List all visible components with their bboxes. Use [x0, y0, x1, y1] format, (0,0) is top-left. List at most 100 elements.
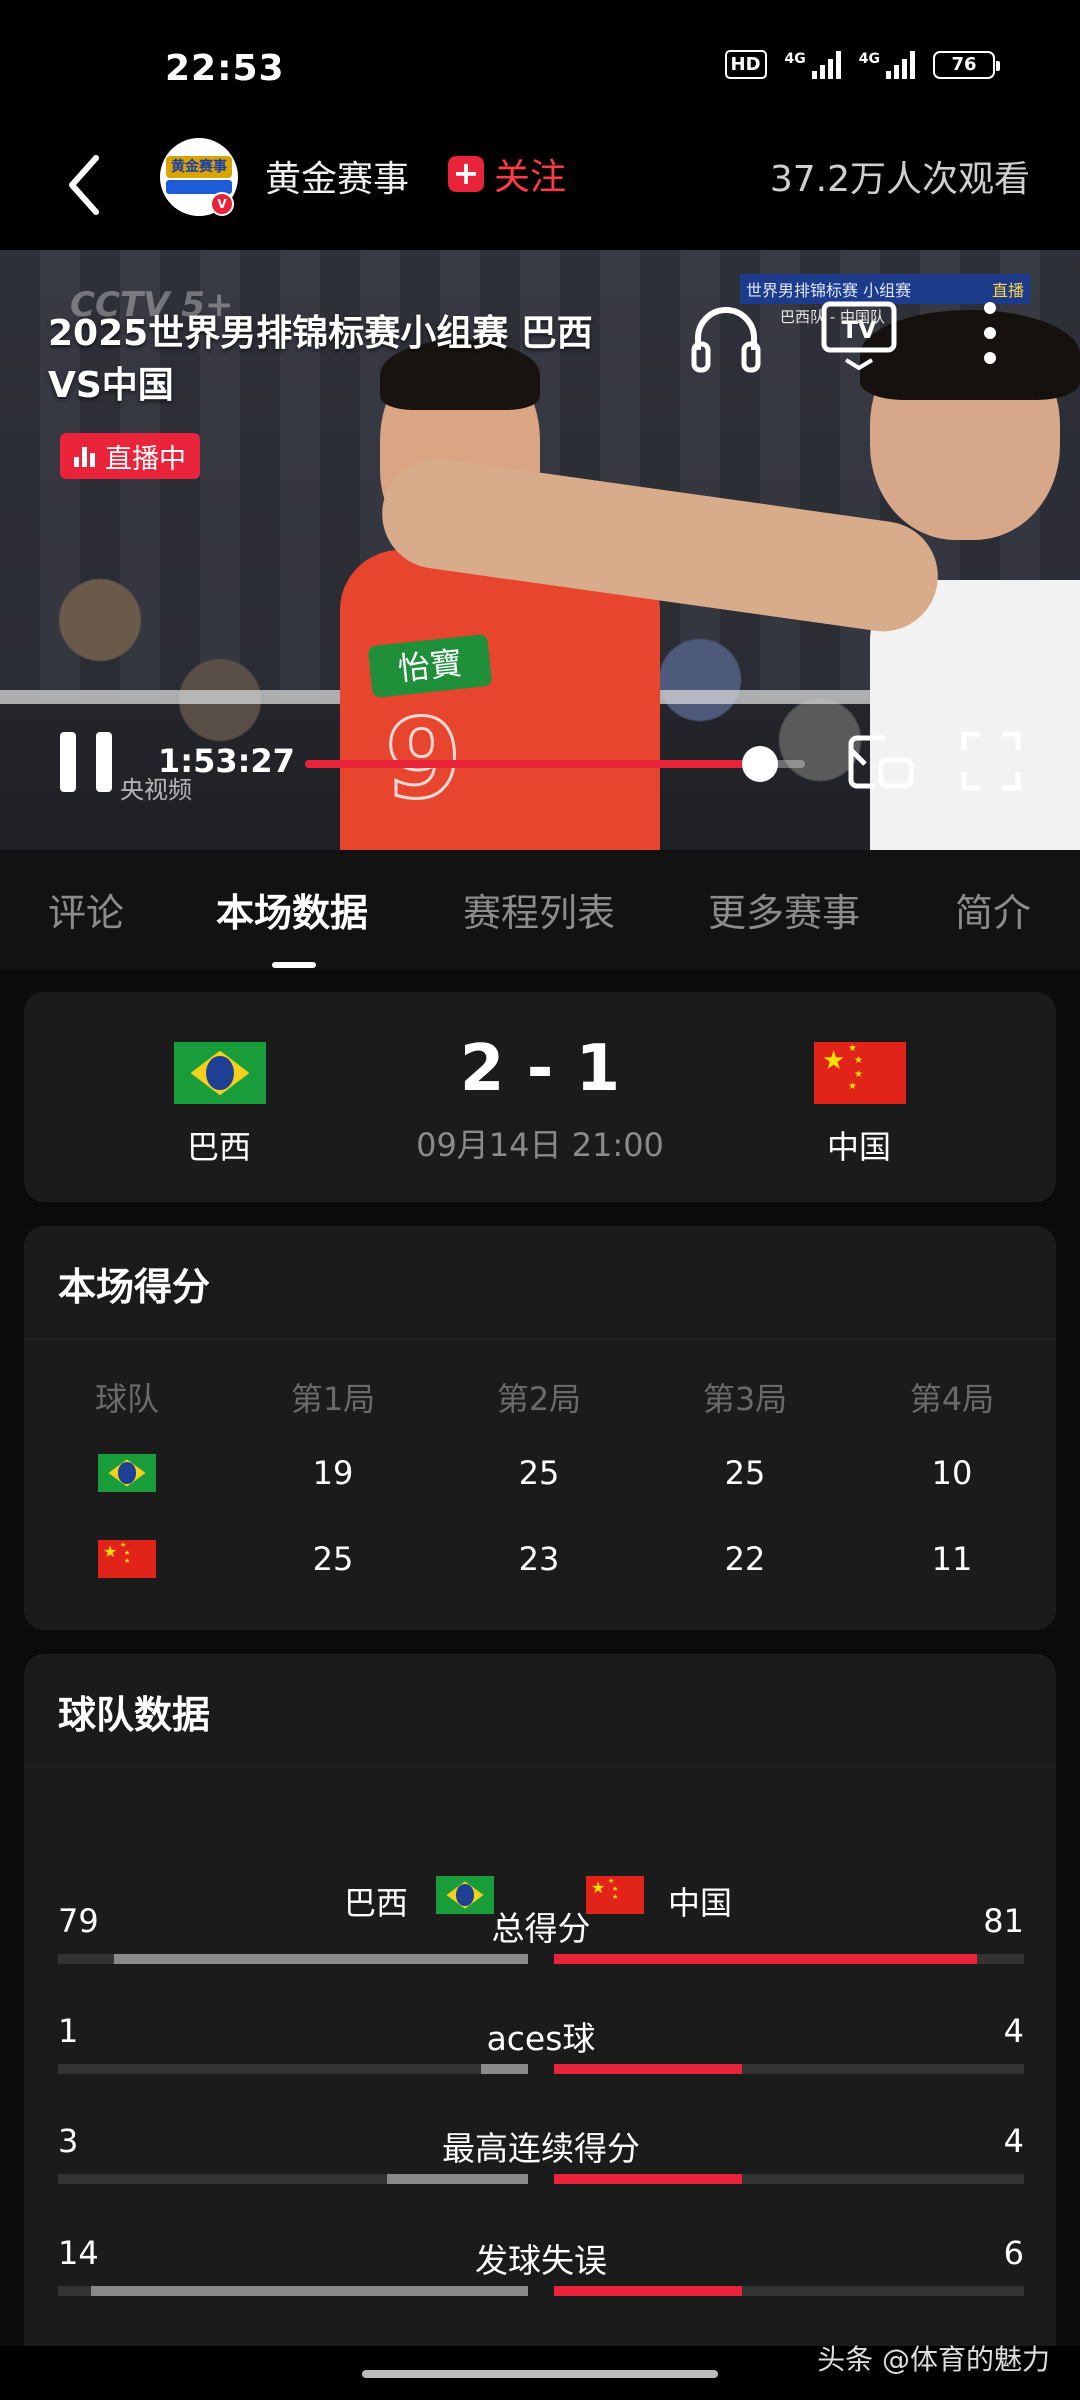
match-summary-card: 巴西 2 - 1 09月14日 21:00 ★ ★ ★ ★ ★ 中国	[24, 992, 1056, 1202]
fullscreen-icon[interactable]	[960, 730, 1022, 792]
team-stats-title: 球队数据	[58, 1693, 211, 1737]
match-datetime: 09月14日 21:00	[416, 1126, 664, 1164]
match-score: 2 - 1	[459, 1032, 621, 1106]
video-player[interactable]: 怡寶 9 CCTV 5+ 世界男排锦标赛 小组赛 直播 巴西队 - 中国队 20…	[0, 250, 1080, 850]
set-scores-card: 本场得分 球队 第1局 第2局 第3局 第4局 19 25 25 10 ★ ★ …	[24, 1226, 1056, 1630]
viewer-count: 37.2万人次观看	[769, 159, 1030, 200]
col-header-set2: 第2局	[496, 1380, 582, 1418]
jersey-number: 9	[384, 694, 464, 825]
stat-home-bar	[58, 1954, 528, 1964]
battery-level: 76	[951, 54, 977, 75]
pause-bar-right	[96, 732, 112, 792]
stat-away-bar	[554, 2064, 1024, 2074]
stat-home-value: 1	[58, 2012, 79, 2050]
stat-label: 发球失误	[475, 2241, 607, 2280]
set-score-cell: 19	[312, 1454, 354, 1492]
stat-row-serve-errors: 14 发球失误 6	[58, 2234, 1024, 2296]
stat-label: aces球	[486, 2019, 596, 2058]
follow-label: 关注	[494, 157, 567, 198]
tab-schedule[interactable]: 赛程列表	[463, 882, 615, 937]
stat-away-fill	[554, 1954, 977, 1964]
source-watermark: 头条 @体育的魅力	[817, 2343, 1050, 2376]
set-score-cell: 11	[931, 1540, 973, 1578]
stat-away-fill	[554, 2286, 742, 2296]
video-title: 2025世界男排锦标赛小组赛 巴西 VS中国	[48, 313, 593, 406]
brazil-flag-icon	[174, 1042, 266, 1104]
stat-home-bar	[58, 2064, 528, 2074]
battery-icon: 76	[933, 50, 1000, 79]
stat-home-fill	[387, 2174, 528, 2184]
signal-4g-2-icon: 4G	[858, 50, 915, 79]
plus-icon: +	[448, 156, 484, 192]
stat-home-value: 3	[58, 2122, 79, 2160]
stat-home-fill	[90, 2286, 528, 2296]
stats-content: 巴西 2 - 1 09月14日 21:00 ★ ★ ★ ★ ★ 中国 本场得分 …	[0, 970, 1080, 2400]
live-badge: 直播中	[60, 433, 200, 479]
headphones-icon[interactable]	[688, 300, 764, 376]
status-time: 22:53	[165, 48, 285, 89]
stat-row-max-streak: 3 最高连续得分 4	[58, 2122, 1024, 2184]
brazil-flag-icon	[98, 1454, 156, 1492]
tab-bar: 评论 本场数据 赛程列表 更多赛事 简介	[0, 850, 1080, 970]
stat-away-bar	[554, 2286, 1024, 2296]
set-score-cell: 23	[518, 1540, 560, 1578]
progress-handle[interactable]	[742, 746, 778, 782]
stat-label: 总得分	[491, 1909, 591, 1948]
stat-row-aces: 1 aces球 4	[58, 2012, 1024, 2074]
signal-4g-icon: 4G	[784, 50, 841, 79]
tab-intro[interactable]: 简介	[955, 882, 1031, 937]
stat-home-fill	[114, 1954, 528, 1964]
stat-away-value: 4	[1003, 2012, 1024, 2050]
stat-away-value: 81	[983, 1902, 1024, 1940]
home-team-name: 巴西	[186, 1128, 251, 1166]
home-indicator[interactable]	[362, 2370, 718, 2378]
stat-away-fill	[554, 2174, 742, 2184]
stat-home-fill	[481, 2064, 528, 2074]
active-tab-indicator	[272, 962, 316, 968]
tab-comments[interactable]: 评论	[48, 882, 124, 937]
channel-name[interactable]: 黄金赛事	[265, 150, 409, 202]
player-red-jersey: 怡寶 9	[340, 340, 670, 850]
back-icon[interactable]	[62, 150, 112, 220]
col-header-set3: 第3局	[702, 1380, 788, 1418]
playback-time: 1:53:27	[158, 742, 295, 780]
pause-icon[interactable]	[58, 732, 118, 802]
set-scores-title: 本场得分	[58, 1265, 211, 1309]
more-vertical-icon[interactable]	[975, 300, 1005, 366]
progress-bar[interactable]	[305, 746, 805, 782]
live-label: 直播中	[105, 443, 186, 475]
channel-logo-mark: 黄金赛事	[166, 156, 232, 178]
stat-away-value: 6	[1003, 2234, 1024, 2272]
team-stats-card: 球队数据 巴西 ★ ★ ★ ★ 中国 79 总得分 81 1 aces球 4 3…	[24, 1654, 1056, 2374]
set-score-cell: 25	[724, 1454, 766, 1492]
verified-badge-icon: V	[210, 192, 234, 216]
tab-match-stats[interactable]: 本场数据	[216, 882, 368, 937]
hd-icon: HD	[724, 50, 767, 79]
live-bars-icon	[74, 445, 95, 467]
stat-row-total-points: 79 总得分 81	[58, 1902, 1024, 1964]
divider	[24, 1766, 1056, 1768]
set-score-cell: 25	[518, 1454, 560, 1492]
picture-in-picture-icon[interactable]	[845, 730, 915, 794]
col-header-team: 球队	[94, 1380, 159, 1418]
china-flag-icon: ★ ★ ★ ★	[98, 1540, 156, 1578]
stat-label: 最高连续得分	[442, 2129, 640, 2168]
cast-tv-icon[interactable]: TV	[820, 298, 898, 370]
tab-more-events[interactable]: 更多赛事	[708, 882, 860, 937]
away-team-name: 中国	[826, 1128, 891, 1166]
col-header-set1: 第1局	[290, 1380, 376, 1418]
set-score-cell: 25	[312, 1540, 354, 1578]
status-bar: 22:53 HD 4G 4G 76	[0, 0, 1080, 130]
progress-fill	[305, 760, 760, 768]
stat-home-bar	[58, 2286, 528, 2296]
status-icons: HD 4G 4G 76	[724, 50, 1000, 79]
follow-button[interactable]: + 关注	[448, 148, 566, 200]
set-score-cell: 10	[931, 1454, 973, 1492]
stat-home-value: 79	[58, 1902, 99, 1940]
stat-away-bar	[554, 2174, 1024, 2184]
network-type-label-2: 4G	[858, 50, 880, 67]
svg-text:TV: TV	[842, 316, 877, 344]
stat-away-fill	[554, 2064, 742, 2074]
set-score-cell: 22	[724, 1540, 766, 1578]
network-type-label: 4G	[784, 50, 806, 67]
